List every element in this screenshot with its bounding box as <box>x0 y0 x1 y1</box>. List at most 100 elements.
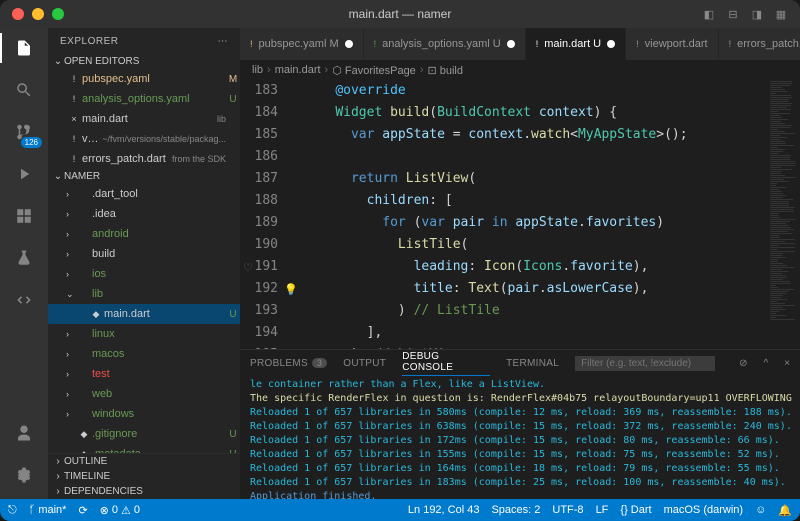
folder-item[interactable]: ›.dart_tool <box>48 184 240 204</box>
folder-item[interactable]: ›macos <box>48 344 240 364</box>
indentation[interactable]: Spaces: 2 <box>491 504 540 517</box>
code-line[interactable]: leading: Icon(Icons.favorite), <box>292 256 768 278</box>
code-line[interactable]: ); // ListView <box>292 344 768 349</box>
notifications-icon[interactable]: 🔔 <box>778 504 792 517</box>
tab-label: analysis_options.yaml U <box>382 38 501 50</box>
folder-item[interactable]: ›ios <box>48 264 240 284</box>
minimap[interactable] <box>768 80 800 349</box>
folder-item[interactable]: ›linux <box>48 324 240 344</box>
breadcrumb-item[interactable]: ⊡ build <box>427 64 463 77</box>
file-tree: ›.dart_tool›.idea›android›build›ios⌄lib◆… <box>48 184 240 453</box>
code-line[interactable]: children: [ <box>292 190 768 212</box>
folder-item[interactable]: ›test <box>48 364 240 384</box>
problems-tab[interactable]: PROBLEMS3 <box>250 358 327 369</box>
code-line[interactable]: var appState = context.watch<MyAppState>… <box>292 124 768 146</box>
flutter-target[interactable]: macOS (darwin) <box>664 504 743 517</box>
close-window-button[interactable] <box>12 8 24 20</box>
editor-tab[interactable]: !pubspec.yaml M <box>240 28 364 60</box>
code-line[interactable] <box>292 146 768 168</box>
editor-tab[interactable]: !main.dart U <box>526 28 626 60</box>
open-editor-item[interactable]: !viewport.dart~/fvm/versions/stable/pack… <box>48 129 240 149</box>
console-line: le container rather than a Flex, like a … <box>250 378 790 392</box>
open-editors-section[interactable]: ⌄OPEN EDITORS <box>48 54 240 69</box>
code-line[interactable]: ) // ListTile <box>292 300 768 322</box>
line-number: 195 <box>240 344 278 349</box>
folder-item[interactable]: ›android <box>48 224 240 244</box>
panel-close-icon[interactable]: × <box>784 358 790 369</box>
accounts-icon[interactable] <box>12 421 36 445</box>
open-editor-item[interactable]: !analysis_options.yamlU <box>48 89 240 109</box>
minimize-window-button[interactable] <box>32 8 44 20</box>
extensions-icon[interactable] <box>12 204 36 228</box>
language-mode[interactable]: {} Dart <box>620 504 651 517</box>
folder-item[interactable]: ›web <box>48 384 240 404</box>
editor-tab[interactable]: !errors_patch.dart <box>719 28 800 60</box>
terminal-tab[interactable]: TERMINAL <box>506 358 559 369</box>
toggle-panel-left-icon[interactable]: ◧ <box>702 7 716 21</box>
editor-tab[interactable]: !analysis_options.yaml U <box>364 28 526 60</box>
file-label: .gitignore <box>92 428 226 440</box>
breadcrumb-item[interactable]: main.dart <box>275 64 321 76</box>
problems-status[interactable]: ⊗ 0 ⚠ 0 <box>100 504 140 517</box>
folder-item[interactable]: ⌄lib <box>48 284 240 304</box>
settings-icon[interactable] <box>12 463 36 487</box>
output-tab[interactable]: OUTPUT <box>343 358 386 369</box>
remote-indicator[interactable]: ⎋ <box>8 504 17 517</box>
line-number: ♡191 <box>240 256 278 278</box>
search-icon[interactable] <box>12 78 36 102</box>
code-line[interactable]: ListTile( <box>292 234 768 256</box>
timeline-section[interactable]: ›TIMELINE <box>48 469 240 484</box>
file-icon: ! <box>66 134 82 144</box>
outline-section[interactable]: ›OUTLINE <box>48 454 240 469</box>
source-control-icon[interactable]: 126 <box>12 120 36 144</box>
editor-tab[interactable]: !viewport.dart <box>626 28 719 60</box>
explorer-icon[interactable] <box>12 36 36 60</box>
encoding[interactable]: UTF-8 <box>552 504 583 517</box>
code-line[interactable]: Widget build(BuildContext context) { <box>292 102 768 124</box>
open-editor-item[interactable]: ×main.dartlib <box>48 109 240 129</box>
clear-console-icon[interactable]: ⊘ <box>739 358 747 369</box>
git-sync[interactable]: ⟳ <box>78 504 87 517</box>
code-line[interactable]: @override <box>292 80 768 102</box>
remote-icon[interactable] <box>12 288 36 312</box>
git-branch[interactable]: ᚶ main* <box>29 504 67 516</box>
feedback-icon[interactable]: ☺ <box>755 504 766 517</box>
folder-item[interactable]: ›windows <box>48 404 240 424</box>
run-debug-icon[interactable] <box>12 162 36 186</box>
breadcrumb-item[interactable]: lib <box>252 64 263 76</box>
debug-console-output[interactable]: le container rather than a Flex, like a … <box>240 376 800 499</box>
file-label: main.dart <box>82 113 213 125</box>
code-line[interactable]: for (var pair in appState.favorites) <box>292 212 768 234</box>
open-editor-item[interactable]: !errors_patch.dartfrom the SDK <box>48 149 240 169</box>
toggle-panel-right-icon[interactable]: ◨ <box>750 7 764 21</box>
sidebar-more-icon[interactable]: ⋯ <box>218 36 229 47</box>
file-item[interactable]: ◆main.dartU <box>48 304 240 324</box>
dependencies-section[interactable]: ›DEPENDENCIES <box>48 484 240 499</box>
console-line: Reloaded 1 of 657 libraries in 183ms (co… <box>250 476 790 490</box>
project-section[interactable]: ⌄NAMER <box>48 169 240 184</box>
filter-input[interactable] <box>575 356 715 371</box>
cursor-position[interactable]: Ln 192, Col 43 <box>408 504 480 517</box>
folder-item[interactable]: ›.idea <box>48 204 240 224</box>
panel-maximize-icon[interactable]: ^ <box>763 358 768 369</box>
folder-item[interactable]: ›build <box>48 244 240 264</box>
toggle-panel-bottom-icon[interactable]: ⊟ <box>726 7 740 21</box>
debug-console-tab[interactable]: DEBUG CONSOLE <box>402 351 490 376</box>
code-line[interactable]: ], <box>292 322 768 344</box>
breadcrumb-item[interactable]: ⬡ FavoritesPage <box>332 64 416 77</box>
file-item[interactable]: ◆.gitignoreU <box>48 424 240 444</box>
lightbulb-icon[interactable]: 💡 <box>284 279 298 301</box>
open-editor-item[interactable]: !pubspec.yamlM <box>48 69 240 89</box>
line-number: 185 <box>240 124 278 146</box>
maximize-window-button[interactable] <box>52 8 64 20</box>
customize-layout-icon[interactable]: ▦ <box>774 7 788 21</box>
code-content[interactable]: @override Widget build(BuildContext cont… <box>292 80 768 349</box>
code-line[interactable]: return ListView( <box>292 168 768 190</box>
file-item[interactable]: ◆.metadataU <box>48 444 240 453</box>
code-line[interactable]: title: Text(pair.asLowerCase), <box>292 278 768 300</box>
testing-icon[interactable] <box>12 246 36 270</box>
eol[interactable]: LF <box>596 504 609 517</box>
breadcrumb[interactable]: lib›main.dart›⬡ FavoritesPage›⊡ build <box>240 60 800 80</box>
code-editor[interactable]: 183184185186187188189190♡191192💡19319419… <box>240 80 800 349</box>
modified-indicator <box>507 40 515 48</box>
